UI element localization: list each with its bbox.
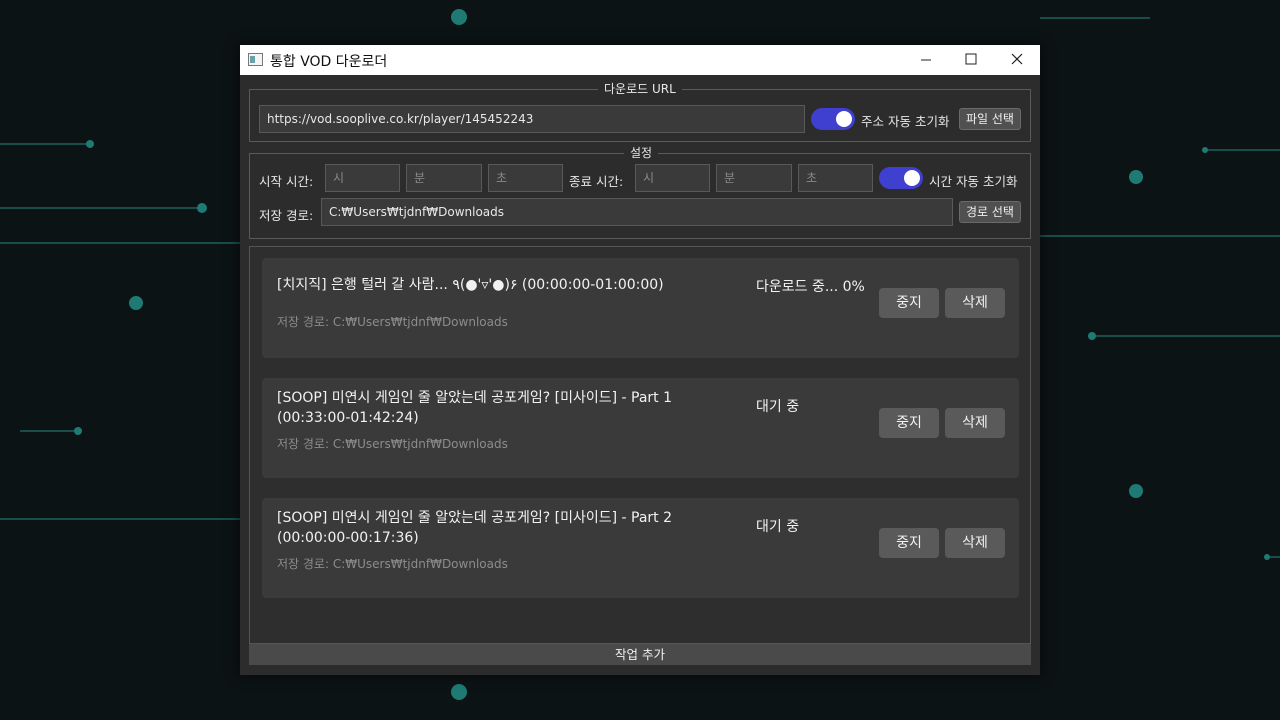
client-area: 다운로드 URL https://vod.sooplive.co.kr/play… xyxy=(240,75,1040,675)
job-save-path: 저장 경로: C:₩Users₩tjdnf₩Downloads xyxy=(277,315,508,329)
url-auto-clear-toggle[interactable] xyxy=(811,108,855,130)
url-auto-clear-label: 주소 자동 초기화 xyxy=(861,114,950,129)
job-title: [SOOP] 미연시 게임인 줄 알았는데 공포게임? [미사이드] - Par… xyxy=(277,510,673,546)
end-hour-input[interactable]: 시 xyxy=(635,164,710,192)
window-title: 통합 VOD 다운로더 xyxy=(270,54,388,70)
job-status: 대기 중 xyxy=(756,519,800,535)
title-bar[interactable]: 통합 VOD 다운로더 xyxy=(240,45,1040,75)
settings-group-title: 설정 xyxy=(624,145,659,161)
url-group-title: 다운로드 URL xyxy=(598,81,682,97)
job-title: [SOOP] 미연시 게임인 줄 알았는데 공포게임? [미사이드] - Par… xyxy=(277,390,673,426)
add-job-button[interactable]: 작업 추가 xyxy=(249,644,1031,665)
path-select-button[interactable]: 경로 선택 xyxy=(959,201,1021,223)
job-list[interactable]: [치지직] 은행 털러 갈 사람... ٩(●'▿'●)۶ (00:00:00-… xyxy=(249,246,1031,644)
job-save-path: 저장 경로: C:₩Users₩tjdnf₩Downloads xyxy=(277,557,508,571)
delete-button[interactable]: 삭제 xyxy=(945,288,1005,318)
stop-button[interactable]: 중지 xyxy=(879,408,939,438)
file-select-button[interactable]: 파일 선택 xyxy=(959,108,1021,130)
job-title: [치지직] 은행 털러 갈 사람... ٩(●'▿'●)۶ (00:00:00-… xyxy=(277,277,664,293)
maximize-icon[interactable] xyxy=(948,45,994,75)
settings-group: 설정 시작 시간: 시 분 초 종료 시간: 시 분 초 시간 자동 초기화 저… xyxy=(249,145,1031,239)
url-group: 다운로드 URL https://vod.sooplive.co.kr/play… xyxy=(249,81,1031,142)
url-input[interactable]: https://vod.sooplive.co.kr/player/145452… xyxy=(259,105,805,133)
save-path-input[interactable]: C:₩Users₩tjdnf₩Downloads xyxy=(321,198,953,226)
time-auto-clear-toggle[interactable] xyxy=(879,167,923,189)
delete-button[interactable]: 삭제 xyxy=(945,528,1005,558)
start-hour-input[interactable]: 시 xyxy=(325,164,400,192)
time-auto-clear-label: 시간 자동 초기화 xyxy=(929,174,1018,189)
job-save-path: 저장 경로: C:₩Users₩tjdnf₩Downloads xyxy=(277,437,508,451)
start-time-label: 시작 시간: xyxy=(259,174,314,189)
job-card: [SOOP] 미연시 게임인 줄 알았는데 공포게임? [미사이드] - Par… xyxy=(262,378,1019,478)
end-minute-input[interactable]: 분 xyxy=(716,164,792,192)
app-window: 통합 VOD 다운로더 다운로드 URL https://vod.soopliv… xyxy=(240,45,1040,675)
job-card: [치지직] 은행 털러 갈 사람... ٩(●'▿'●)۶ (00:00:00-… xyxy=(262,258,1019,358)
job-status: 다운로드 중... 0% xyxy=(756,279,865,295)
start-minute-input[interactable]: 분 xyxy=(406,164,482,192)
start-second-input[interactable]: 초 xyxy=(488,164,563,192)
delete-button[interactable]: 삭제 xyxy=(945,408,1005,438)
job-card: [SOOP] 미연시 게임인 줄 알았는데 공포게임? [미사이드] - Par… xyxy=(262,498,1019,598)
end-time-label: 종료 시간: xyxy=(569,174,624,189)
stop-button[interactable]: 중지 xyxy=(879,288,939,318)
minimize-icon[interactable] xyxy=(903,45,949,75)
save-path-label: 저장 경로: xyxy=(259,208,314,223)
end-second-input[interactable]: 초 xyxy=(798,164,873,192)
app-icon xyxy=(248,53,263,66)
close-icon[interactable] xyxy=(994,45,1040,75)
stop-button[interactable]: 중지 xyxy=(879,528,939,558)
job-status: 대기 중 xyxy=(756,399,800,415)
